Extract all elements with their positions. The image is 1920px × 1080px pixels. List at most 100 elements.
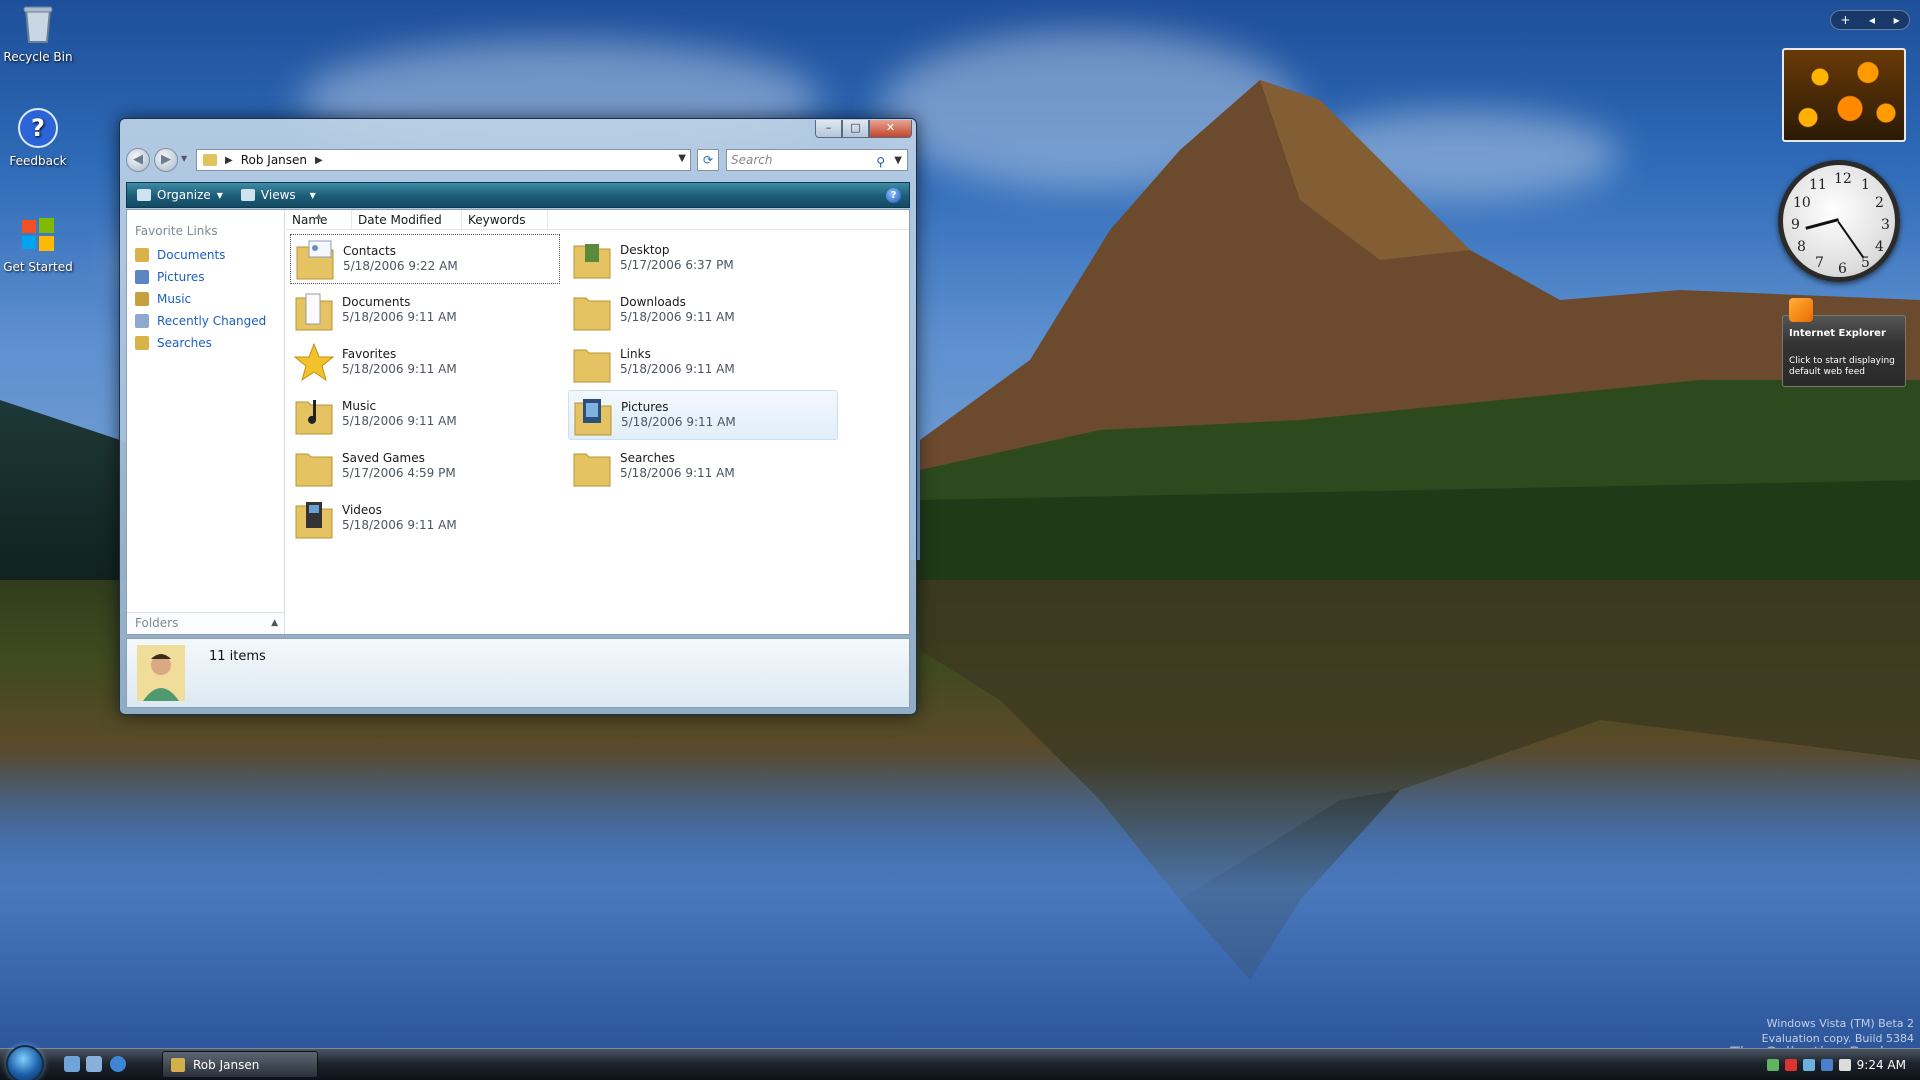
desktop-icon-feedback[interactable]: ? Feedback [0,106,76,168]
favorite-link-documents[interactable]: Documents [127,244,284,266]
add-gadget-icon[interactable]: + [1840,13,1850,27]
refresh-button[interactable]: ⟳ [697,149,719,171]
sidebar-controls: + ◂ ▸ [1830,10,1910,30]
folder-item-contacts[interactable]: Contacts 5/18/2006 9:22 AM [290,234,560,284]
item-date: 5/18/2006 9:11 AM [620,466,735,480]
slideshow-gadget[interactable] [1782,48,1906,142]
desktop-icon-recycle-bin[interactable]: Recycle Bin [0,2,76,64]
maximize-button[interactable]: □ [842,120,869,138]
rss-icon [1789,298,1813,322]
favorite-link-music[interactable]: Music [127,288,284,310]
svg-text:?: ? [31,114,45,142]
organize-button[interactable]: Organize ▼ [137,188,223,202]
security-alert-icon[interactable] [1784,1058,1797,1071]
feed-headlines-gadget[interactable]: Internet Explorer Click to start display… [1782,298,1906,387]
sort-arrow-icon: ▲ [316,212,322,220]
address-dropdown-icon[interactable]: ▼ [678,153,686,164]
search-placeholder: Search [731,153,773,167]
clock-time[interactable]: 9:24 AM [1857,1058,1906,1072]
chevron-down-icon: ▼ [309,190,316,200]
clock-number: 8 [1797,239,1806,255]
column-header-name[interactable]: ▲ Name [286,210,352,230]
navigation-bar: ◀ ▶ ▼ ▶ Rob Jansen ▶ ▼ ⟳ Search ⚲ ▼ [126,147,910,173]
folder-item-desktop[interactable]: Desktop 5/17/2006 6:37 PM [568,234,838,284]
clock-number: 9 [1791,217,1800,233]
saved-games-folder-icon [295,453,333,487]
favorite-link-searches[interactable]: Searches [127,332,284,354]
monitor-icon[interactable] [1802,1058,1815,1071]
network-icon[interactable] [1766,1058,1779,1071]
minimize-button[interactable]: – [815,120,842,138]
favorite-link-label: Searches [157,336,212,350]
folder-item-saved-games[interactable]: Saved Games 5/17/2006 4:59 PM [290,442,560,492]
music-folder-icon [135,292,149,306]
content-area: Favorite Links Documents Pictures Music … [126,209,910,635]
wallpaper-reflection [0,760,1920,1080]
item-date: 5/18/2006 9:11 AM [342,362,457,376]
feed-title: Internet Explorer [1789,328,1886,339]
desktop-icon-label: Recycle Bin [3,50,73,64]
search-dropdown-icon[interactable]: ▼ [894,151,902,171]
clock-number: 2 [1875,195,1884,211]
breadcrumb-rob-jansen[interactable]: Rob Jansen [241,153,307,167]
start-button[interactable] [6,1045,44,1080]
folder-item-searches[interactable]: Searches 5/18/2006 9:11 AM [568,442,838,492]
desktop-icon-label: Get Started [3,260,73,274]
item-name: Searches [620,451,675,465]
system-tray: 9:24 AM [1730,1049,1920,1080]
switch-windows-icon[interactable] [86,1056,102,1072]
folder-item-music[interactable]: Music 5/18/2006 9:11 AM [290,390,560,440]
show-desktop-icon[interactable] [64,1056,80,1072]
item-count: 11 items [209,649,266,664]
folder-item-downloads[interactable]: Downloads 5/18/2006 9:11 AM [568,286,838,336]
desktop-icon-get-started[interactable]: Get Started [0,212,76,274]
previous-page-icon[interactable]: ◂ [1869,13,1875,27]
desktop-folder-icon [573,244,611,279]
folder-item-links[interactable]: Links 5/18/2006 9:11 AM [568,338,838,388]
searches-folder-icon [135,336,149,350]
searches-folder-icon [573,453,611,487]
file-list: ▲ Name Date Modified Keywords Contacts 5… [286,210,909,634]
recycle-bin-icon [16,2,60,46]
item-name: Documents [342,295,411,309]
item-name: Contacts [343,244,396,258]
clock-number: 7 [1815,255,1824,271]
column-header-keywords[interactable]: Keywords [462,210,548,230]
address-bar[interactable]: ▶ Rob Jansen ▶ ▼ [196,149,691,171]
close-button[interactable]: ✕ [869,120,912,138]
feed-description[interactable]: Click to start displaying default web fe… [1789,356,1901,378]
folder-icon [203,154,217,166]
folder-item-documents[interactable]: Documents 5/18/2006 9:11 AM [290,286,560,336]
item-date: 5/18/2006 9:22 AM [343,259,458,273]
favorite-link-recently-changed[interactable]: Recently Changed [127,310,284,332]
help-icon[interactable]: ? [886,188,901,203]
folder-item-pictures[interactable]: Pictures 5/18/2006 9:11 AM [568,390,838,440]
search-icon[interactable]: ⚲ [876,152,885,172]
item-name: Favorites [342,347,397,361]
build-watermark: Windows Vista (TM) Beta 2 Evaluation cop… [1762,1016,1914,1046]
volume-icon[interactable] [1838,1058,1851,1071]
clock-number: 10 [1793,195,1811,211]
column-header-date-modified[interactable]: Date Modified [352,210,462,230]
organize-icon [137,189,151,201]
next-page-icon[interactable]: ▸ [1894,13,1900,27]
display-icon[interactable] [1820,1058,1833,1071]
folders-toggle[interactable]: Folders ▲ [127,612,284,634]
taskbar-button-rob-jansen[interactable]: Rob Jansen [162,1051,318,1078]
item-date: 5/18/2006 9:11 AM [620,310,735,324]
folder-item-favorites[interactable]: Favorites 5/18/2006 9:11 AM [290,338,560,388]
explorer-window[interactable]: – □ ✕ ◀ ▶ ▼ ▶ Rob Jansen ▶ ▼ ⟳ Search ⚲ … [119,118,917,715]
views-button[interactable]: Views ▼ [240,188,316,202]
forward-button[interactable]: ▶ [154,148,178,172]
item-name: Videos [342,503,382,517]
clock-gadget[interactable]: 12 1 2 3 4 5 6 7 8 9 10 11 [1778,160,1900,282]
folder-item-videos[interactable]: Videos 5/18/2006 9:11 AM [290,494,560,544]
recent-pages-dropdown[interactable]: ▼ [181,154,187,163]
internet-explorer-icon[interactable] [110,1056,126,1072]
documents-folder-icon [135,248,149,262]
favorite-link-pictures[interactable]: Pictures [127,266,284,288]
back-button[interactable]: ◀ [126,148,150,172]
favorite-link-label: Recently Changed [157,314,267,328]
search-input[interactable]: Search ⚲ ▼ [726,149,908,171]
breadcrumb-separator-icon[interactable]: ▶ [315,155,323,166]
